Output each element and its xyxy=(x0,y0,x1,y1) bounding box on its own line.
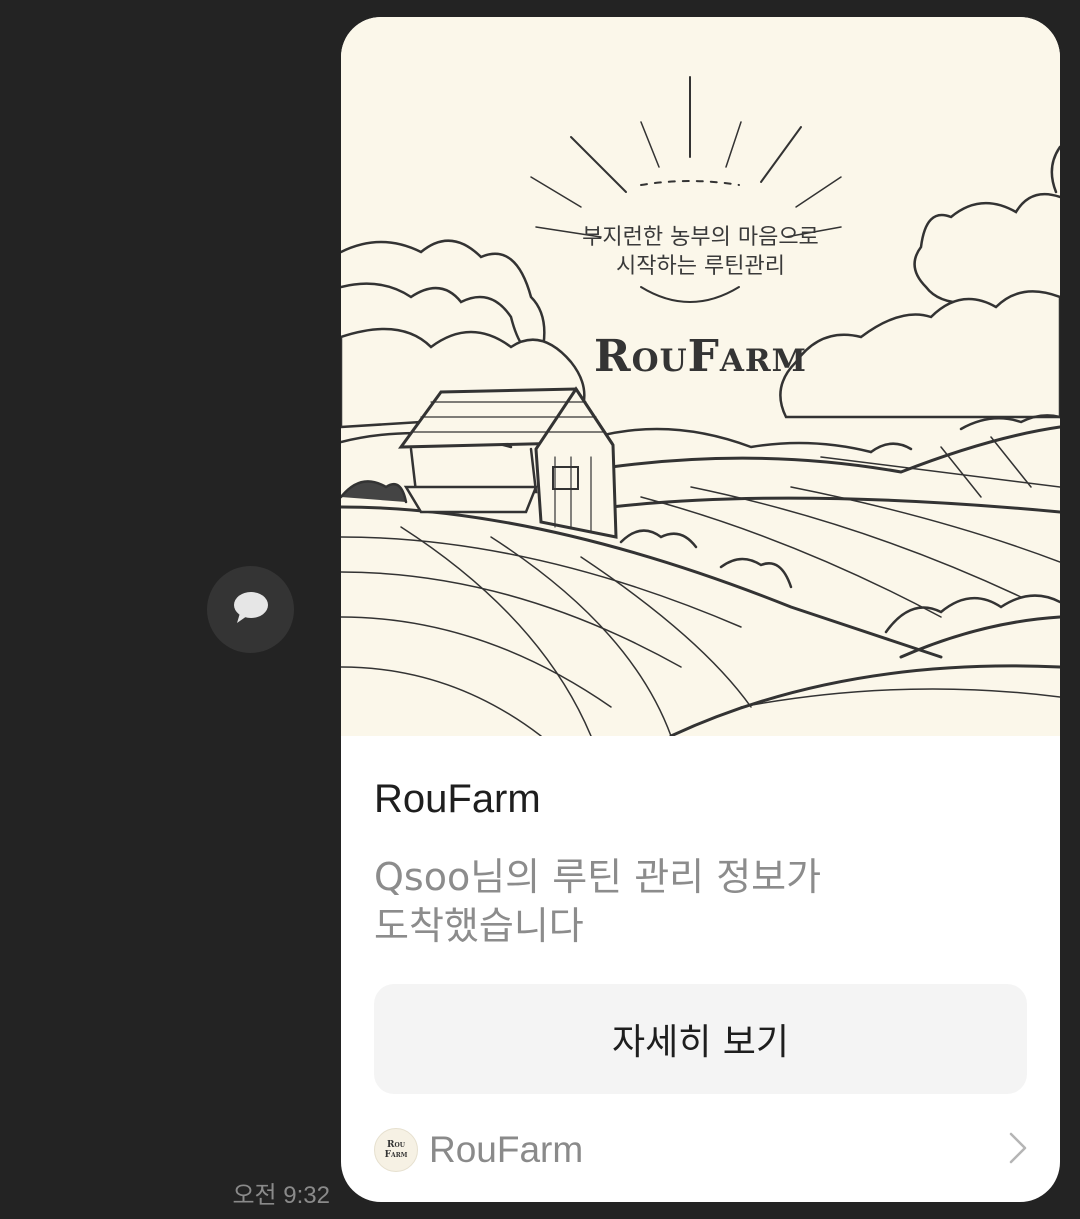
message-card[interactable]: 부지런한 농부의 마음으로 시작하는 루틴관리 RouFarm RouFarm … xyxy=(341,17,1060,1202)
hero-tagline: 부지런한 농부의 마음으로 시작하는 루틴관리 xyxy=(341,223,1060,281)
tagline-line-2: 시작하는 루틴관리 xyxy=(616,254,785,279)
hero-logo-text: RouFarm xyxy=(594,331,807,382)
description-line-2: 도착했습니다 xyxy=(374,904,584,948)
message-time: 오전 9:32 xyxy=(232,1182,330,1209)
share-button[interactable] xyxy=(207,566,294,653)
speech-bubble-icon xyxy=(231,590,271,630)
chevron-right-icon xyxy=(1007,1131,1029,1169)
card-description: Qsoo님의 루틴 관리 정보가 도착했습니다 xyxy=(374,853,994,951)
channel-logo: Rou Farm xyxy=(374,1128,418,1172)
channel-name: RouFarm xyxy=(429,1129,584,1170)
view-details-button[interactable]: 자세히 보기 xyxy=(374,984,1027,1094)
card-title: RouFarm xyxy=(374,777,541,821)
channel-logo-line-2: Farm xyxy=(384,1150,408,1160)
hero-image[interactable]: 부지런한 농부의 마음으로 시작하는 루틴관리 RouFarm xyxy=(341,17,1060,736)
channel-footer[interactable]: Rou Farm RouFarm xyxy=(374,1127,1029,1173)
tagline-line-1: 부지런한 농부의 마음으로 xyxy=(582,225,819,250)
channel-logo-line-1: Rou xyxy=(387,1140,405,1150)
description-line-1: Qsoo님의 루틴 관리 정보가 xyxy=(374,855,822,899)
